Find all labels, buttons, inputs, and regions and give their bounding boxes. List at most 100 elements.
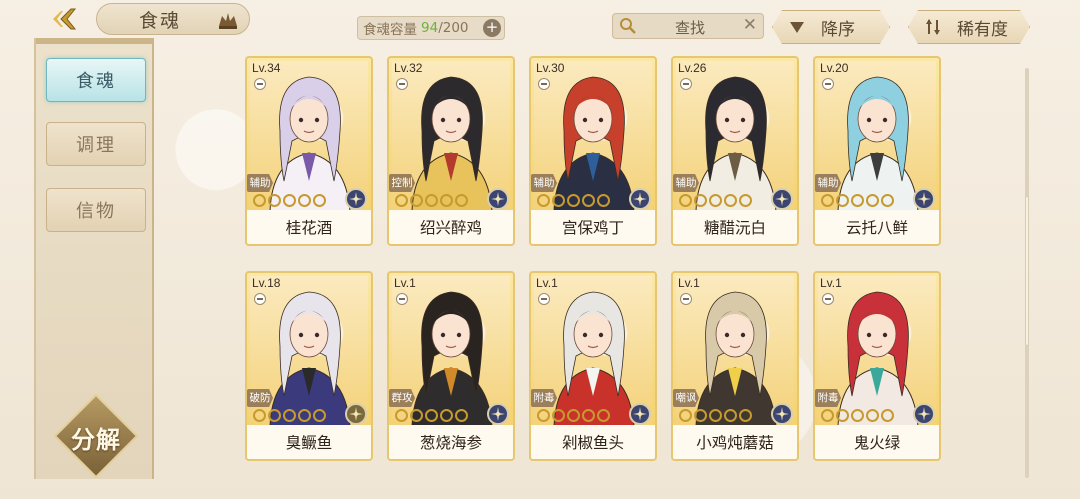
sort-rarity-button[interactable]: 稀有度 (908, 10, 1030, 44)
food-soul-card[interactable]: Lv.32 控制 绍兴醉鸡 (387, 56, 515, 246)
decompose-label: 分解 (71, 426, 121, 454)
lock-toggle-icon[interactable] (822, 78, 834, 90)
ring-star-icon (724, 194, 737, 207)
card-level: Lv.1 (536, 276, 558, 290)
lock-toggle-icon[interactable] (396, 293, 408, 305)
ring-star-icon (283, 194, 296, 207)
star-rating (253, 194, 326, 208)
compass-emblem-icon (487, 403, 509, 425)
tab-food-soul[interactable]: 食魂 (46, 58, 146, 102)
card-role-badge: 辅助 (247, 174, 273, 192)
compass-emblem-icon (913, 188, 935, 210)
ring-star-icon (537, 194, 550, 207)
lock-toggle-icon[interactable] (680, 78, 692, 90)
ring-star-icon (567, 194, 580, 207)
lock-toggle-icon[interactable] (254, 293, 266, 305)
top-bar: 食魂 食魂容量 94 /200 + 查找 ✕ 降序 稀有度 (0, 0, 1080, 48)
ring-star-icon (253, 409, 266, 422)
ring-star-icon (709, 194, 722, 207)
search-clear-button[interactable]: ✕ (743, 15, 757, 35)
ring-star-icon (425, 194, 438, 207)
ring-star-icon (881, 409, 894, 422)
card-level: Lv.32 (394, 61, 423, 75)
capacity-add-button[interactable]: + (483, 19, 501, 37)
sort-order-label: 降序 (821, 19, 855, 40)
lock-toggle-icon[interactable] (396, 78, 408, 90)
search-label: 查找 (675, 19, 706, 37)
sort-arrows-icon (924, 18, 942, 36)
card-name: 宫保鸡丁 (531, 210, 655, 244)
food-soul-card[interactable]: Lv.34 辅助 桂花酒 (245, 56, 373, 246)
lock-toggle-icon[interactable] (822, 293, 834, 305)
card-role-badge: 附毒 (531, 389, 557, 407)
compass-emblem-icon (771, 403, 793, 425)
page-title-plate: 食魂 (96, 3, 250, 35)
food-soul-card[interactable]: Lv.1 嘲讽 小鸡炖蘑菇 (671, 271, 799, 461)
card-name: 剁椒鱼头 (531, 425, 655, 459)
ring-star-icon (298, 194, 311, 207)
lock-toggle-icon[interactable] (680, 293, 692, 305)
decompose-button[interactable]: 分解 (53, 393, 139, 479)
compass-emblem-icon (913, 403, 935, 425)
ring-star-icon (440, 194, 453, 207)
food-soul-card[interactable]: Lv.1 群攻 葱烧海参 (387, 271, 515, 461)
ring-star-icon (694, 194, 707, 207)
ring-star-icon (739, 409, 752, 422)
food-soul-card[interactable]: Lv.1 附毒 剁椒鱼头 (529, 271, 657, 461)
card-role-badge: 破防 (247, 389, 273, 407)
compass-emblem-icon (629, 188, 651, 210)
crown-icon (219, 13, 237, 29)
card-level: Lv.1 (394, 276, 416, 290)
card-level: Lv.30 (536, 61, 565, 75)
back-button[interactable] (46, 4, 92, 34)
lock-toggle-icon[interactable] (254, 78, 266, 90)
compass-emblem-icon (771, 188, 793, 210)
card-level: Lv.34 (252, 61, 281, 75)
card-level: Lv.18 (252, 276, 281, 290)
compass-emblem-icon (487, 188, 509, 210)
triangle-down-icon (789, 20, 805, 34)
lock-toggle-icon[interactable] (538, 293, 550, 305)
star-rating (679, 409, 752, 423)
food-soul-card[interactable]: Lv.18 破防 臭鳜鱼 (245, 271, 373, 461)
food-soul-card[interactable]: Lv.20 辅助 云托八鲜 (813, 56, 941, 246)
back-arrow-icon (53, 8, 77, 30)
ring-star-icon (836, 409, 849, 422)
food-soul-card[interactable]: Lv.30 辅助 宫保鸡丁 (529, 56, 657, 246)
tab-label: 调理 (76, 135, 116, 156)
compass-emblem-icon (345, 403, 367, 425)
capacity-display: 食魂容量 94 /200 + (357, 16, 505, 40)
ring-star-icon (724, 409, 737, 422)
search-field[interactable]: 查找 ✕ (612, 13, 764, 39)
magnifier-icon (620, 18, 636, 34)
star-rating (537, 194, 610, 208)
ring-star-icon (410, 409, 423, 422)
ring-star-icon (821, 409, 834, 422)
card-name: 小鸡炖蘑菇 (673, 425, 797, 459)
ring-star-icon (455, 409, 468, 422)
card-name: 臭鳜鱼 (247, 425, 371, 459)
sort-order-button[interactable]: 降序 (772, 10, 890, 44)
ring-star-icon (739, 194, 752, 207)
lock-toggle-icon[interactable] (538, 78, 550, 90)
star-rating (821, 409, 894, 423)
card-role-badge: 群攻 (389, 389, 415, 407)
card-name: 鬼火绿 (815, 425, 939, 459)
card-level: Lv.20 (820, 61, 849, 75)
card-name: 糖醋沅白 (673, 210, 797, 244)
card-level: Lv.1 (820, 276, 842, 290)
ring-star-icon (881, 194, 894, 207)
ring-star-icon (582, 409, 595, 422)
tab-conditioning[interactable]: 调理 (46, 122, 146, 166)
food-soul-card[interactable]: Lv.1 附毒 鬼火绿 (813, 271, 941, 461)
ring-star-icon (253, 194, 266, 207)
star-rating (395, 194, 468, 208)
scrollbar-thumb[interactable] (1025, 196, 1029, 346)
sort-rarity-label: 稀有度 (957, 19, 1008, 40)
ring-star-icon (268, 409, 281, 422)
card-name: 桂花酒 (247, 210, 371, 244)
capacity-current: 94 (421, 20, 439, 36)
food-soul-card[interactable]: Lv.26 辅助 糖醋沅白 (671, 56, 799, 246)
tab-tokens[interactable]: 信物 (46, 188, 146, 232)
card-level: Lv.1 (678, 276, 700, 290)
